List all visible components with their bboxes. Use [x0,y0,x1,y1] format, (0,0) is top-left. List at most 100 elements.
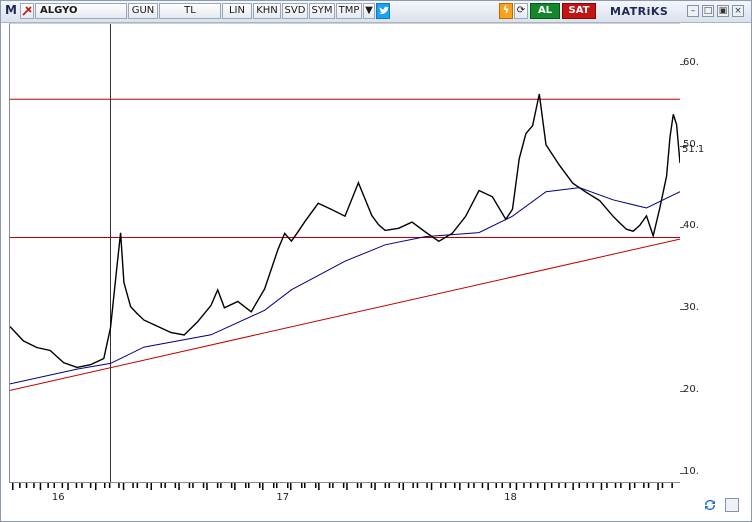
symbol-field[interactable]: ALGYO [35,3,127,19]
x-tick [230,483,233,488]
restore-icon[interactable]: □ [702,5,714,17]
x-tick [402,483,404,490]
x-tick [356,483,359,488]
maximize-icon[interactable]: ▣ [717,5,729,17]
x-tick [178,483,180,490]
scale-button[interactable]: LIN [222,3,252,19]
x-tick [287,483,289,488]
sell-button[interactable]: SAT [562,3,596,19]
y-axis: 10. 20. 30. 40. 50. 60. 51.1 [680,23,751,481]
x-tick [606,483,608,488]
twitter-icon[interactable] [376,3,390,19]
khn-button[interactable]: KHN [253,3,281,19]
x-tick [495,483,497,488]
sync-icon-glyph [705,500,715,510]
x-tick [444,483,447,488]
x-axis: 16 17 18 [9,483,679,517]
sync-icon[interactable] [701,496,719,514]
x-tick [174,483,177,488]
x-tick [290,483,292,490]
x-tick [537,483,539,488]
x-tick [661,483,664,488]
x-tick [487,483,489,490]
x-tick [346,483,348,490]
pin-icon[interactable] [20,3,34,19]
x-tick [33,483,35,488]
dropdown-arrow-icon[interactable]: ▼ [363,3,375,19]
x-tick [440,483,442,488]
x-tick [19,483,21,488]
x-tick [564,483,567,488]
settings-icon[interactable] [725,498,739,512]
x-tick [620,483,622,488]
x-tick [592,483,594,488]
x-tick [164,483,166,488]
x-tick [600,483,603,490]
close-icon[interactable]: × [732,5,744,17]
x-tick [318,483,320,490]
x-tick [473,483,475,488]
x-tick [47,483,49,488]
sym-button[interactable]: SYM [309,3,335,19]
x-tick [220,483,222,488]
buy-button[interactable]: AL [530,3,560,19]
x-tick [501,483,503,488]
x-tick [122,483,125,490]
x-tick [188,483,191,488]
x-tick [388,483,390,488]
x-tick [544,483,546,490]
x-tick [360,483,362,488]
toolbar: M ALGYO GUN TL LIN KHN SVD SYM TMP ▼ ϟ ⟳… [1,1,751,23]
x-tick [454,483,456,488]
app-logo: M [5,3,17,17]
y-tick-label: 40. [683,220,699,232]
x-tick [629,483,631,490]
x-axis-ticks [12,483,673,490]
x-tick [332,483,334,488]
minimize-icon[interactable]: – [687,5,699,17]
x-tick [523,483,525,488]
x-tick [150,483,152,490]
x-tick [412,483,414,488]
x-tick [315,483,317,488]
x-tick [384,483,387,488]
svd-button[interactable]: SVD [282,3,308,19]
twitter-bird-glyph [379,6,389,14]
x-tick [259,483,261,488]
x-tick [304,483,306,488]
x-tick [481,483,484,488]
x-tick [509,483,511,488]
x-tick [578,483,580,488]
x-tick [643,483,645,488]
tmp-button[interactable]: TMP [336,3,362,19]
x-tick [12,483,14,490]
x-tick [81,483,83,488]
x-tick [206,483,208,490]
y-tick-label: 60. [683,56,699,68]
lightning-icon[interactable]: ϟ [499,3,513,19]
y-tick-label: 20. [683,384,699,396]
x-tick [132,483,134,488]
x-tick [146,483,148,488]
x-tick [586,483,588,488]
x-tick [136,483,139,488]
x-tick [430,483,433,490]
currency-button[interactable]: TL [159,3,221,19]
y-tick-label: 10. [683,465,699,477]
x-tick [192,483,194,488]
chart-window: M ALGYO GUN TL LIN KHN SVD SYM TMP ▼ ϟ ⟳… [0,0,752,522]
period-button[interactable]: GUN [128,3,158,19]
x-tick [104,483,106,488]
refresh-icon[interactable]: ⟳ [514,3,528,19]
x-tick [160,483,162,488]
x-tick [75,483,78,488]
chart-area[interactable] [9,23,680,483]
x-tick [248,483,250,488]
x-tick [67,483,69,490]
x-tick [202,483,205,488]
x-tick-label: 17 [276,492,290,503]
x-tick [342,483,345,488]
x-tick [39,483,42,490]
x-tick [370,483,373,488]
x-tick [467,483,470,488]
